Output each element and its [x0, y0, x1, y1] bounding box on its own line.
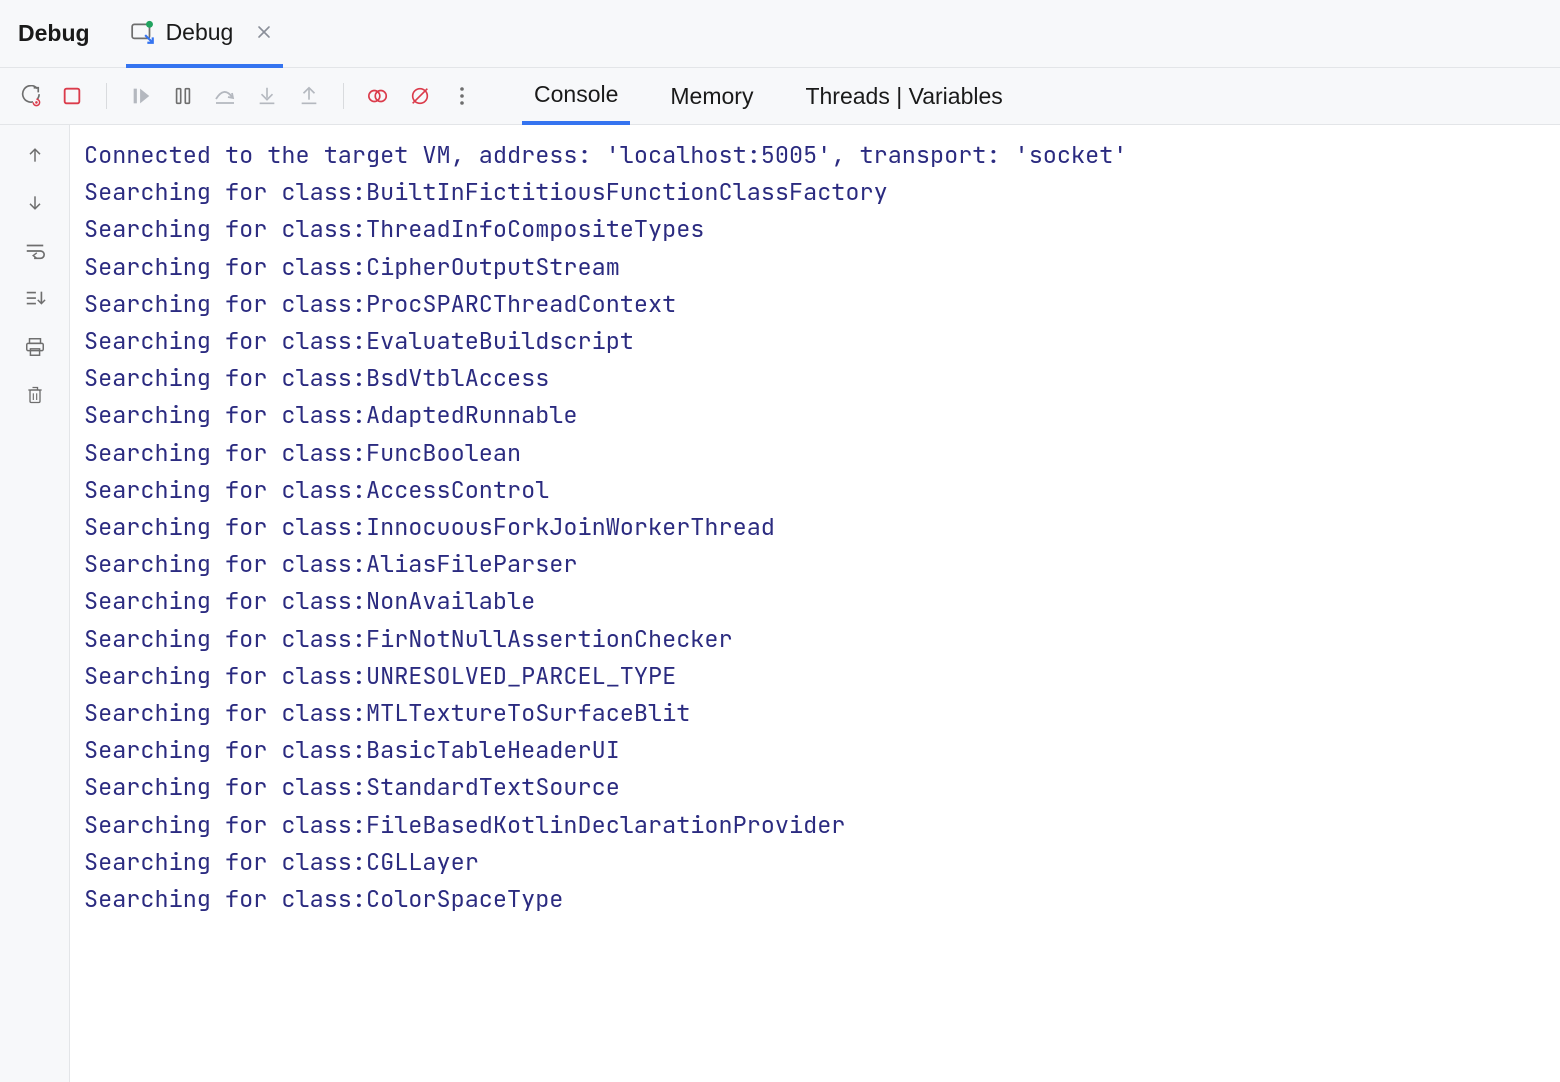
- mute-breakpoints-button[interactable]: [408, 84, 432, 108]
- console-line: Searching for class:StandardTextSource: [84, 769, 1546, 806]
- console-line: Searching for class:FileBasedKotlinDecla…: [84, 807, 1546, 844]
- soft-wrap-button[interactable]: [23, 239, 47, 263]
- run-config-label: Debug: [166, 19, 234, 46]
- tab-threads-variables[interactable]: Threads | Variables: [793, 68, 1014, 124]
- console-line: Searching for class:ThreadInfoCompositeT…: [84, 211, 1546, 248]
- console-line: Searching for class:NonAvailable: [84, 583, 1546, 620]
- debugger-content-tabs: Console Memory Threads | Variables: [522, 68, 1015, 124]
- console-gutter-toolbar: [0, 125, 70, 1082]
- step-out-button[interactable]: [297, 84, 321, 108]
- print-button[interactable]: [23, 335, 47, 359]
- console-line: Searching for class:AliasFileParser: [84, 546, 1546, 583]
- rerun-button[interactable]: [18, 84, 42, 108]
- console-line: Connected to the target VM, address: 'lo…: [84, 137, 1546, 174]
- console-line: Searching for class:ColorSpaceType: [84, 881, 1546, 918]
- console-line: Searching for class:EvaluateBuildscript: [84, 323, 1546, 360]
- toolbar-separator: [343, 83, 344, 109]
- console-line: Searching for class:FuncBoolean: [84, 435, 1546, 472]
- more-actions-button[interactable]: [450, 84, 474, 108]
- console-line: Searching for class:BsdVtblAccess: [84, 360, 1546, 397]
- pause-button[interactable]: [171, 84, 195, 108]
- console-line: Searching for class:UNRESOLVED_PARCEL_TY…: [84, 658, 1546, 695]
- debugger-toolbar: Console Memory Threads | Variables: [0, 68, 1560, 125]
- console-line: Searching for class:MTLTextureToSurfaceB…: [84, 695, 1546, 732]
- toolbar-separator: [106, 83, 107, 109]
- step-over-button[interactable]: [213, 84, 237, 108]
- console-line: Searching for class:BasicTableHeaderUI: [84, 732, 1546, 769]
- console-line: Searching for class:BuiltInFictitiousFun…: [84, 174, 1546, 211]
- console-line: Searching for class:ProcSPARCThreadConte…: [84, 286, 1546, 323]
- view-breakpoints-button[interactable]: [366, 84, 390, 108]
- panel-tab-strip: Debug Debug: [0, 0, 1560, 68]
- close-tab-button[interactable]: [255, 23, 273, 41]
- console-line: Searching for class:AdaptedRunnable: [84, 397, 1546, 434]
- panel-title: Debug: [18, 20, 90, 47]
- scroll-to-end-button[interactable]: [23, 287, 47, 311]
- scroll-up-button[interactable]: [23, 143, 47, 167]
- console-line: Searching for class:InnocuousForkJoinWor…: [84, 509, 1546, 546]
- resume-button[interactable]: [129, 84, 153, 108]
- scroll-down-button[interactable]: [23, 191, 47, 215]
- console-output[interactable]: Connected to the target VM, address: 'lo…: [70, 125, 1560, 1082]
- run-config-tab[interactable]: Debug: [126, 1, 284, 68]
- console-line: Searching for class:FirNotNullAssertionC…: [84, 621, 1546, 658]
- console-line: Searching for class:CGLLayer: [84, 844, 1546, 881]
- step-into-button[interactable]: [255, 84, 279, 108]
- tab-console[interactable]: Console: [522, 69, 630, 125]
- console-line: Searching for class:CipherOutputStream: [84, 249, 1546, 286]
- debug-config-icon: [130, 20, 154, 44]
- clear-button[interactable]: [23, 383, 47, 407]
- console-line: Searching for class:AccessControl: [84, 472, 1546, 509]
- stop-button[interactable]: [60, 84, 84, 108]
- tab-memory[interactable]: Memory: [658, 68, 765, 124]
